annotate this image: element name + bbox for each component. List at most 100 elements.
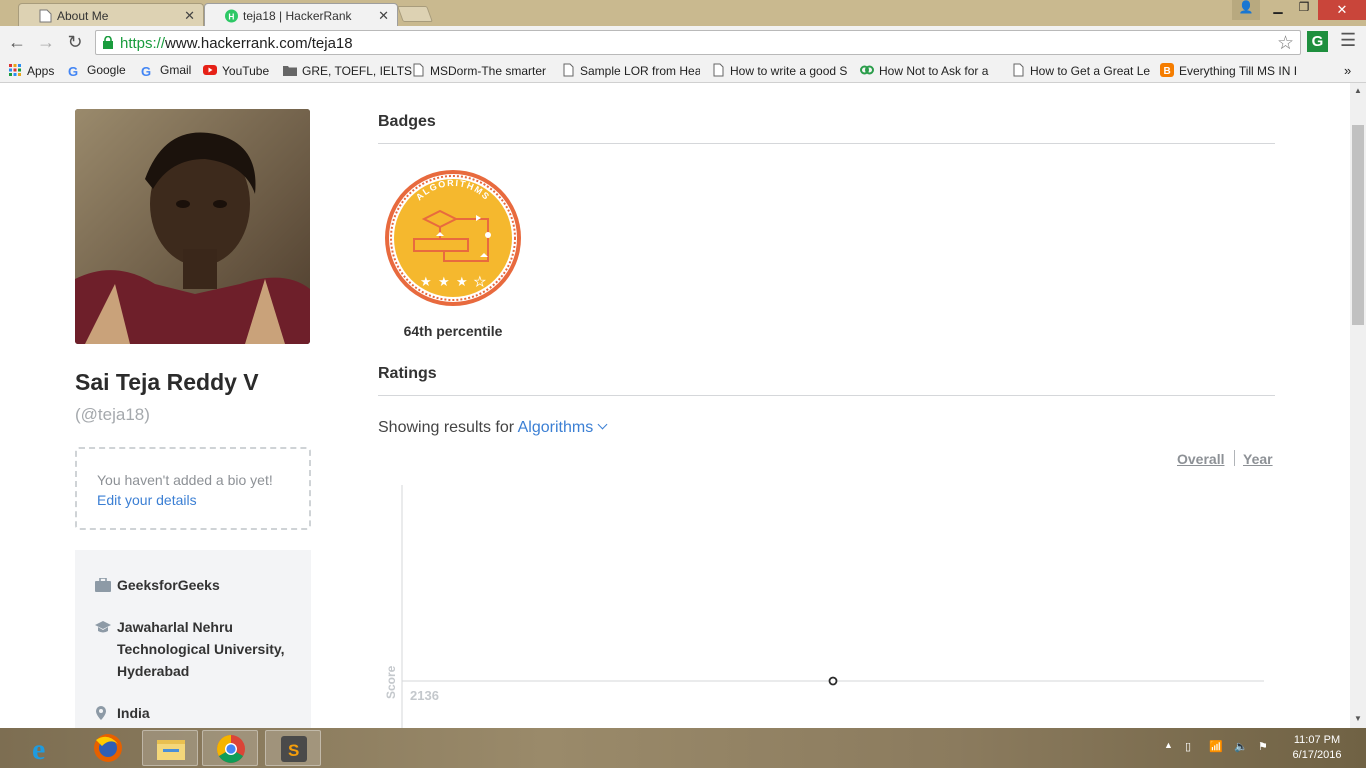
svg-text:e: e (32, 733, 45, 766)
sublime-text-icon[interactable]: S (265, 730, 321, 766)
bookmarks-overflow-chevron-icon[interactable]: » (1344, 63, 1351, 78)
browser-tab-strip: About Me ✕ H teja18 | HackerRank ✕ 👤 ▁ ❐… (0, 0, 1366, 26)
apps-grid-icon (9, 64, 21, 76)
algorithms-badge-icon[interactable]: ALGORITHMS ★ ★ ★ ★ (384, 169, 522, 307)
action-center-flag-icon[interactable]: ⚑ (1258, 740, 1268, 753)
chrome-icon[interactable] (202, 730, 258, 766)
graduation-cap-icon (95, 621, 111, 633)
hackerrank-icon: H (225, 9, 238, 23)
scroll-up-icon[interactable]: ▲ (1354, 86, 1362, 95)
bookmark-youtube[interactable]: YouTube (203, 63, 269, 78)
tab-about-me[interactable]: About Me ✕ (18, 3, 204, 26)
scroll-thumb[interactable] (1352, 125, 1364, 325)
svg-text:★: ★ (474, 275, 486, 290)
track-selector-dropdown[interactable]: Algorithms (518, 419, 608, 436)
edit-details-link[interactable]: Edit your details (97, 492, 309, 508)
show-hidden-icons-chevron-icon[interactable]: ▲ (1164, 740, 1173, 750)
devices-tray-icon[interactable]: ▯ (1185, 740, 1191, 753)
close-tab-icon[interactable]: ✕ (184, 8, 195, 24)
bookmark-apps[interactable]: Apps (8, 63, 54, 78)
reload-icon[interactable]: ↻ (64, 32, 86, 53)
svg-text:S: S (288, 741, 299, 760)
system-clock[interactable]: 11:07 PM 6/17/2016 (1286, 733, 1348, 763)
scroll-down-icon[interactable]: ▼ (1354, 714, 1362, 723)
grammarly-extension-icon[interactable]: G (1307, 31, 1328, 52)
lock-icon (103, 36, 113, 49)
network-signal-icon[interactable]: 📶 (1209, 740, 1223, 753)
google-icon: G (141, 64, 152, 78)
page-icon (1013, 63, 1024, 77)
chrome-menu-icon[interactable]: ☰ (1340, 30, 1356, 51)
file-explorer-icon[interactable] (142, 730, 198, 766)
back-arrow-icon[interactable]: ← (6, 32, 28, 53)
svg-text:B: B (1164, 66, 1171, 77)
new-tab-button[interactable] (397, 6, 433, 22)
volume-icon[interactable]: 🔈 (1234, 740, 1248, 753)
bookmark-gmail[interactable]: G Gmail (141, 63, 191, 78)
bio-placeholder-box: You haven't added a bio yet! Edit your d… (75, 447, 311, 530)
showing-results: Showing results for Algorithms (378, 419, 608, 437)
profile-handle: (@teja18) (75, 405, 150, 424)
bookmark-how-not-to-ask[interactable]: How Not to Ask for a (860, 63, 996, 78)
rating-chart: Score 2136 (384, 485, 1264, 728)
windows-taskbar: e S ▲ ▯ 📶 🔈 ⚑ 11:07 PM 6/17/2016 (0, 728, 1366, 768)
minimize-button[interactable]: ▁ (1264, 0, 1292, 20)
page-icon (713, 63, 724, 77)
link-icon (860, 65, 874, 75)
bookmark-everything-till-ms[interactable]: B Everything Till MS IN I (1160, 63, 1300, 78)
bookmark-how-to-write[interactable]: How to write a good S (711, 63, 849, 78)
badges-heading: Badges (378, 113, 436, 130)
chart-point[interactable] (828, 676, 838, 686)
address-bar[interactable]: https://www.hackerrank.com/teja18 ☆ (95, 30, 1301, 55)
badge-percentile: 64th percentile (403, 323, 503, 339)
page-icon (39, 9, 52, 23)
bookmark-msdorm[interactable]: MSDorm-The smarter (411, 63, 551, 78)
page-icon (563, 63, 574, 77)
chart-y-label: Score (384, 665, 398, 699)
toggle-year[interactable]: Year (1243, 451, 1273, 467)
forward-arrow-icon[interactable]: → (35, 32, 57, 53)
bookmark-how-to-get[interactable]: How to Get a Great Le (1011, 63, 1151, 78)
profile-avatar (75, 109, 310, 344)
bookmark-star-icon[interactable]: ☆ (1277, 32, 1294, 55)
bookmark-gre-folder[interactable]: GRE, TOEFL, IELTS (283, 63, 412, 78)
url-text: https://www.hackerrank.com/teja18 (120, 35, 353, 52)
bookmark-sample-lor[interactable]: Sample LOR from Hea (561, 63, 700, 78)
bio-empty-text: You haven't added a bio yet! (97, 472, 273, 488)
window-close-button[interactable]: ✕ (1318, 0, 1366, 20)
chart-y-tick: 2136 (410, 688, 439, 703)
info-company: GeeksforGeeks (95, 574, 311, 596)
svg-text:★: ★ (420, 275, 432, 290)
clock-time: 11:07 PM (1293, 734, 1341, 746)
clock-date: 6/17/2016 (1292, 749, 1342, 761)
svg-text:★: ★ (456, 275, 468, 290)
firefox-icon[interactable] (80, 730, 136, 766)
profile-info-card: GeeksforGeeks Jawaharlal Nehru Technolog… (75, 550, 311, 728)
ratings-divider (378, 395, 1275, 396)
bookmarks-bar: Apps G Google G Gmail YouTube GRE, TOEFL, … (0, 59, 1366, 83)
browser-toolbar: ← → ↻ https://www.hackerrank.com/teja18 … (0, 26, 1366, 59)
info-school: Jawaharlal Nehru Technological Universit… (95, 616, 311, 682)
google-icon: G (68, 64, 79, 78)
folder-icon (283, 66, 297, 76)
page-icon (413, 63, 424, 77)
internet-explorer-icon[interactable]: e (18, 730, 74, 766)
tab-title: About Me (57, 9, 109, 23)
hackerrank-profile-page: Sai Teja Reddy V (@teja18) You haven't a… (0, 83, 1350, 728)
toggle-overall[interactable]: Overall (1177, 451, 1224, 467)
close-tab-icon[interactable]: ✕ (378, 8, 389, 24)
tab-hackerrank[interactable]: H teja18 | HackerRank ✕ (204, 3, 398, 26)
restore-button[interactable]: ❐ (1290, 0, 1318, 20)
blogger-icon: B (1160, 63, 1174, 77)
chevron-down-icon (597, 419, 608, 430)
toggle-separator (1234, 450, 1235, 466)
briefcase-icon (95, 578, 111, 592)
bookmark-google[interactable]: G Google (68, 63, 126, 78)
tab-title: teja18 | HackerRank (243, 9, 352, 23)
youtube-icon (203, 65, 217, 75)
user-profile-icon[interactable]: 👤 (1232, 0, 1260, 20)
map-pin-icon (96, 706, 106, 720)
svg-text:H: H (228, 11, 234, 21)
page-scrollbar[interactable]: ▲ ▼ (1350, 83, 1366, 728)
profile-full-name: Sai Teja Reddy V (75, 369, 259, 395)
